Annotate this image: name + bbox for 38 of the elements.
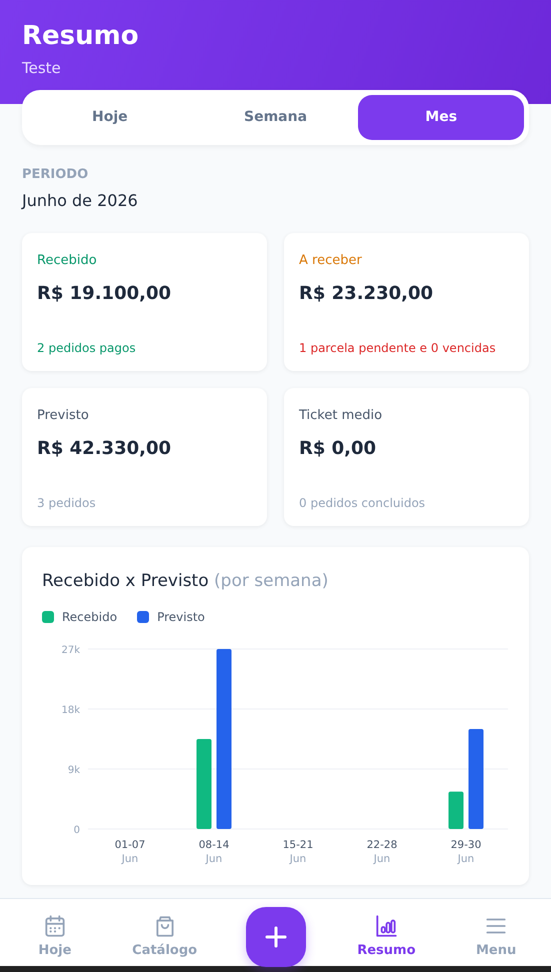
card-label: Ticket medio — [299, 406, 384, 424]
axis-tick-label: 9k — [68, 765, 80, 776]
period-tab[interactable]: Mes — [358, 95, 524, 140]
period-label: PERIODO — [22, 166, 90, 184]
nav-item[interactable]: Catálogo — [110, 904, 220, 960]
card-note: 3 pedidos — [37, 494, 97, 512]
axis-category-label: 01-07 Jun — [114, 839, 146, 865]
axis-tick-label: 27k — [61, 645, 80, 656]
axis-tick-label: 0 — [74, 825, 80, 836]
nav-item[interactable]: Hoje — [0, 904, 110, 960]
page-title: Resumo — [22, 22, 140, 51]
card-note: 2 pedidos pagos — [37, 340, 137, 356]
legend-label: Previsto — [157, 609, 205, 626]
axis-tick-label: 18k — [61, 705, 80, 716]
card-value: R$ 19.100,00 — [37, 282, 172, 306]
axis-category-label: 22-28 Jun — [366, 839, 398, 865]
legend-label: Recebido — [62, 609, 118, 626]
card-note: 0 pedidos concluidos — [299, 494, 426, 512]
card-label: Previsto — [37, 406, 90, 424]
card-note: 1 parcela pendente e 0 vencidas — [299, 340, 497, 356]
period-value: Junho de 2026 — [22, 190, 139, 212]
nav-item[interactable]: Menu — [441, 904, 551, 960]
page-subtitle: Teste — [22, 58, 62, 79]
card-label: A receber — [299, 252, 363, 270]
period-tab[interactable]: Semana — [192, 95, 358, 140]
add-button[interactable] — [246, 906, 306, 966]
axis-category-label: 29-30 Jun — [450, 839, 482, 865]
chart-title: Recebido x Previsto (por semana) — [42, 570, 330, 592]
bar — [448, 792, 464, 829]
card-value: R$ 42.330,00 — [37, 437, 172, 461]
card-value: R$ 23.230,00 — [299, 282, 434, 306]
card-value: R$ 0,00 — [299, 437, 378, 461]
plus-icon — [264, 924, 288, 948]
axis-category-label: 15-21 Jun — [282, 839, 314, 865]
axis-category-label: 08-14 Jun — [198, 839, 230, 865]
nav-item[interactable]: Resumo — [332, 904, 442, 960]
period-tab[interactable]: Hoje — [27, 95, 193, 140]
card-label: Recebido — [37, 252, 98, 270]
